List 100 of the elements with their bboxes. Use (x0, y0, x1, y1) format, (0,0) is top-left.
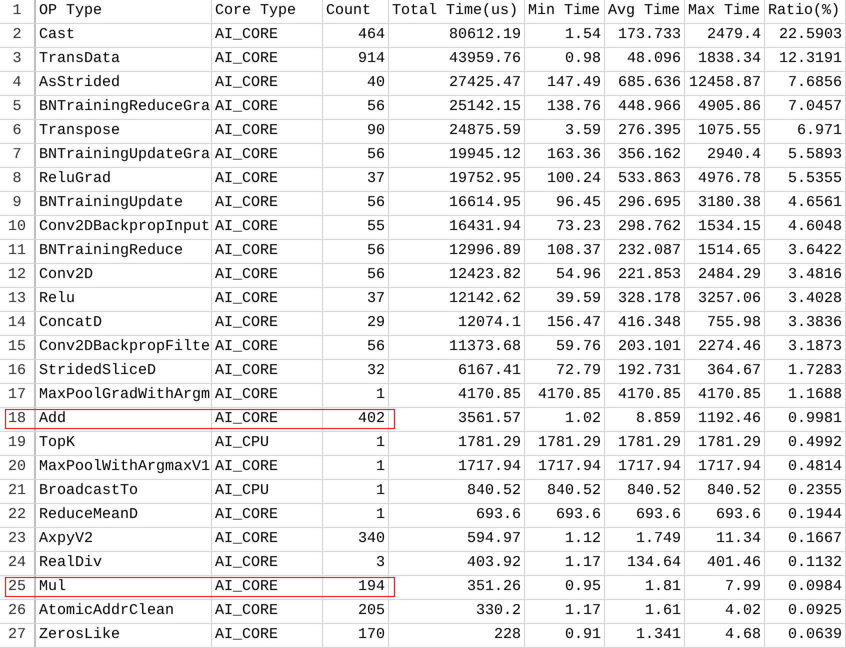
table-cell: 4.02 (685, 600, 765, 623)
table-cell: 37 (323, 168, 389, 191)
table-cell: 594.97 (389, 528, 525, 551)
table-cell: 416.348 (605, 312, 685, 335)
table-cell: AI_CORE (212, 336, 323, 359)
table-cell: AI_CORE (212, 144, 323, 167)
table-cell: AI_CPU (212, 432, 323, 455)
table-cell: 56 (323, 144, 389, 167)
table-cell: 1514.65 (685, 240, 765, 263)
row-number: 16 (0, 360, 36, 383)
table-cell: MaxPoolGradWithArgm (36, 384, 212, 407)
table-cell: 1534.15 (685, 216, 765, 239)
table-cell: 16614.95 (389, 192, 525, 215)
table-cell: 1781.29 (685, 432, 765, 455)
table-cell: 1.02 (525, 408, 605, 431)
table-cell: 693.6 (605, 504, 685, 527)
table-cell: 356.162 (605, 144, 685, 167)
table-cell: 296.695 (605, 192, 685, 215)
table-cell: AI_CORE (212, 264, 323, 287)
table-cell: AI_CORE (212, 408, 323, 431)
table-cell: 1075.55 (685, 120, 765, 143)
table-cell: 1.1688 (765, 384, 846, 407)
table-cell: 4170.85 (525, 384, 605, 407)
table-cell: 1717.94 (685, 456, 765, 479)
column-header: OP Type (36, 0, 212, 23)
table-cell: 402 (323, 408, 389, 431)
table-cell: 914 (323, 48, 389, 71)
table-cell: TransData (36, 48, 212, 71)
table-cell: 203.101 (605, 336, 685, 359)
table-cell: 194 (323, 576, 389, 599)
table-cell: 1 (323, 456, 389, 479)
table-cell: 19945.12 (389, 144, 525, 167)
table-cell: 403.92 (389, 552, 525, 575)
table-cell: 1.61 (605, 600, 685, 623)
table-cell: 1 (323, 480, 389, 503)
table-cell: 4.6048 (765, 216, 846, 239)
table-cell: 840.52 (605, 480, 685, 503)
row-number: 18 (0, 408, 36, 431)
row-number: 27 (0, 624, 36, 647)
column-header: Max Time (685, 0, 765, 23)
table-cell: 56 (323, 192, 389, 215)
table-cell: 2479.4 (685, 24, 765, 47)
table-cell: 56 (323, 264, 389, 287)
table-cell: 73.23 (525, 216, 605, 239)
table-cell: 276.395 (605, 120, 685, 143)
table-cell: Transpose (36, 120, 212, 143)
table-cell: 1.749 (605, 528, 685, 551)
table-cell: 16431.94 (389, 216, 525, 239)
table-cell: 0.2355 (765, 480, 846, 503)
table-cell: MaxPoolWithArgmaxV1 (36, 456, 212, 479)
table-cell: Relu (36, 288, 212, 311)
table-cell: 4976.78 (685, 168, 765, 191)
row-number: 6 (0, 120, 36, 143)
table-cell: BroadcastTo (36, 480, 212, 503)
table-cell: 72.79 (525, 360, 605, 383)
table-cell: 7.99 (685, 576, 765, 599)
table-cell: 0.91 (525, 624, 605, 647)
table-cell: 351.26 (389, 576, 525, 599)
table-cell: ReduceMeanD (36, 504, 212, 527)
table-cell: BNTrainingReduce (36, 240, 212, 263)
table-cell: AI_CORE (212, 48, 323, 71)
table-cell: 4.68 (685, 624, 765, 647)
table-cell: 1.12 (525, 528, 605, 551)
row-number: 17 (0, 384, 36, 407)
table-cell: 401.46 (685, 552, 765, 575)
table-cell: 0.0925 (765, 600, 846, 623)
table-cell: Cast (36, 24, 212, 47)
table-cell: 4905.86 (685, 96, 765, 119)
table-cell: 1192.46 (685, 408, 765, 431)
table-cell: 12458.87 (685, 72, 765, 95)
table-cell: 0.95 (525, 576, 605, 599)
table-cell: BNTrainingUpdate (36, 192, 212, 215)
table-cell: AI_CORE (212, 216, 323, 239)
table-cell: 2940.4 (685, 144, 765, 167)
table-cell: AI_CORE (212, 288, 323, 311)
table-cell: 108.37 (525, 240, 605, 263)
table-cell: 12074.1 (389, 312, 525, 335)
table-cell: Conv2D (36, 264, 212, 287)
table-cell: 7.6856 (765, 72, 846, 95)
table-cell: TopK (36, 432, 212, 455)
table-cell: 0.1132 (765, 552, 846, 575)
table-cell: 11373.68 (389, 336, 525, 359)
row-number: 12 (0, 264, 36, 287)
table-cell: AI_CORE (212, 360, 323, 383)
table-cell: 163.36 (525, 144, 605, 167)
table-cell: 3.4816 (765, 264, 846, 287)
table-cell: 232.087 (605, 240, 685, 263)
table-cell: Conv2DBackpropInput (36, 216, 212, 239)
table-cell: 134.64 (605, 552, 685, 575)
table-cell: 56 (323, 336, 389, 359)
table-cell: 364.67 (685, 360, 765, 383)
table-cell: 39.59 (525, 288, 605, 311)
table-cell: 4.6561 (765, 192, 846, 215)
table-cell: Mul (36, 576, 212, 599)
table-cell: 96.45 (525, 192, 605, 215)
row-number: 26 (0, 600, 36, 623)
table-cell: 298.762 (605, 216, 685, 239)
table-cell: 330.2 (389, 600, 525, 623)
table-cell: 59.76 (525, 336, 605, 359)
table-cell: 55 (323, 216, 389, 239)
